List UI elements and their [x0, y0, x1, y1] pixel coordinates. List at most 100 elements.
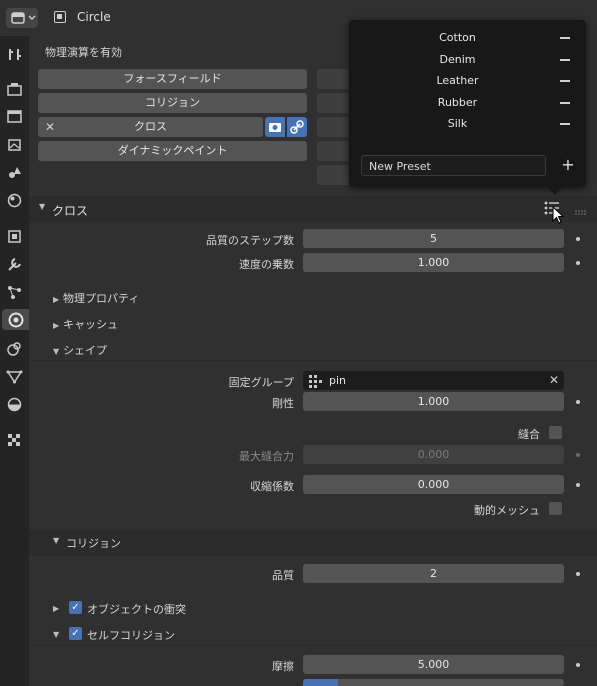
dynamic-mesh-checkbox[interactable] — [549, 502, 562, 515]
properties-tab-bar — [0, 36, 29, 686]
shape-label: シェイプ — [63, 344, 107, 357]
world-tab-icon[interactable] — [4, 190, 25, 211]
remove-cloth-icon[interactable]: ✕ — [45, 117, 55, 137]
cloth-presets-popup: Cotton Denim Leather Rubber Silk New Pre… — [349, 20, 586, 187]
dynamic-mesh-label: 動的メッシュ — [474, 504, 540, 517]
collision-subpanel[interactable]: ▼ コリジョン — [29, 530, 597, 556]
keyframe-dot-icon[interactable] — [576, 453, 580, 457]
quality-steps-label: 品質のステップ数 — [206, 234, 294, 247]
collision-quality-label: 品質 — [272, 569, 294, 582]
render-tab-icon[interactable] — [4, 79, 25, 100]
self-collision-subpanel[interactable]: ▼ ✓ セルフコリジョン — [53, 627, 175, 642]
drag-handle-icon[interactable] — [575, 206, 587, 219]
sewing-checkbox[interactable] — [549, 426, 562, 439]
physics-enable-title: 物理演算を有効 — [45, 46, 122, 59]
speed-multiplier-field[interactable]: 1.000 — [303, 253, 564, 272]
collapse-arrow-icon: ▼ — [39, 202, 46, 211]
cloth-panel-title: クロス — [52, 204, 89, 218]
expand-arrow-icon: ▶ — [53, 295, 60, 304]
cloth-button-label: クロス — [134, 120, 167, 133]
new-preset-input[interactable]: New Preset — [361, 155, 546, 176]
force-field-button[interactable]: フォースフィールド — [38, 69, 307, 89]
keyframe-dot-icon[interactable] — [576, 237, 580, 241]
keyframe-dot-icon[interactable] — [576, 483, 580, 487]
friction-field[interactable]: 5.000 — [303, 655, 564, 674]
keyframe-dot-icon[interactable] — [576, 572, 580, 576]
keyframe-dot-icon[interactable] — [576, 663, 580, 667]
object-collision-label: オブジェクトの衝突 — [87, 603, 186, 616]
preset-item[interactable]: Denim — [349, 50, 586, 70]
keyframe-dot-icon[interactable] — [576, 400, 580, 404]
popup-pointer — [547, 187, 563, 195]
physical-properties-label: 物理プロパティ — [63, 292, 140, 305]
preset-label: Rubber — [437, 96, 478, 109]
shrink-factor-label: 収縮係数 — [250, 480, 294, 493]
cloth-panel-header[interactable]: ▼ クロス — [29, 196, 597, 222]
camera-toggle-icon[interactable] — [265, 117, 285, 137]
pin-group-value: pin — [329, 374, 347, 387]
remove-preset-icon[interactable] — [560, 59, 570, 61]
cloth-button[interactable]: ✕ クロス — [38, 117, 263, 137]
scene-tab-icon[interactable] — [4, 162, 25, 183]
stiffness-field[interactable]: 1.000 — [303, 392, 564, 411]
clear-icon[interactable]: ✕ — [549, 371, 559, 390]
editor-type-dropdown[interactable] — [6, 8, 38, 28]
remove-preset-icon[interactable] — [560, 80, 570, 82]
data-tab-icon[interactable] — [4, 366, 25, 387]
object-collision-checkbox[interactable]: ✓ — [69, 601, 82, 614]
next-slider-field[interactable] — [303, 679, 564, 686]
collapse-arrow-icon: ▼ — [53, 630, 60, 639]
preset-item[interactable]: Rubber — [349, 93, 586, 113]
max-sewing-force-label: 最大縫合力 — [239, 450, 294, 463]
tool-tab-icon[interactable] — [4, 44, 25, 65]
cache-label: キャッシュ — [63, 318, 118, 331]
expand-arrow-icon: ▶ — [53, 604, 60, 613]
expand-arrow-icon: ▶ — [53, 321, 60, 330]
output-tab-icon[interactable] — [4, 106, 25, 127]
preset-label: Denim — [439, 53, 476, 66]
preset-label: Leather — [436, 74, 479, 87]
preset-item[interactable]: Leather — [349, 71, 586, 91]
shrink-factor-field[interactable]: 0.000 — [303, 475, 564, 494]
divider — [29, 360, 597, 361]
remove-preset-icon[interactable] — [560, 123, 570, 125]
divider — [29, 645, 597, 646]
particles-tab-icon[interactable] — [4, 282, 25, 303]
cache-subpanel[interactable]: ▶ キャッシュ — [53, 316, 118, 332]
collision-button[interactable]: コリジョン — [38, 93, 307, 113]
remove-preset-icon[interactable] — [560, 102, 570, 104]
stiffness-label: 剛性 — [272, 397, 294, 410]
object-name: Circle — [77, 10, 111, 24]
material-tab-icon[interactable] — [4, 394, 25, 415]
editor-type-icon — [11, 12, 36, 24]
self-collision-checkbox[interactable]: ✓ — [69, 627, 82, 640]
modifier-tab-icon[interactable] — [4, 254, 25, 275]
quality-steps-field[interactable]: 5 — [303, 229, 564, 248]
add-preset-icon[interactable]: + — [561, 156, 575, 174]
physics-tab-icon[interactable] — [2, 309, 29, 330]
preset-label: Silk — [447, 117, 468, 130]
view-layer-tab-icon[interactable] — [4, 134, 25, 155]
shape-subpanel[interactable]: ▼ シェイプ — [53, 342, 107, 358]
pin-group-field[interactable]: pin ✕ — [303, 371, 564, 390]
remove-preset-icon[interactable] — [560, 37, 570, 39]
collapse-arrow-icon: ▼ — [53, 347, 60, 356]
texture-tab-icon[interactable] — [4, 430, 25, 451]
collision-title: コリジョン — [66, 537, 121, 550]
dynamic-paint-button[interactable]: ダイナミックペイント — [38, 141, 307, 161]
max-sewing-force-field[interactable]: 0.000 — [303, 445, 564, 464]
physical-properties-subpanel[interactable]: ▶ 物理プロパティ — [53, 290, 139, 306]
mouse-cursor-icon — [552, 205, 566, 229]
object-tab-icon[interactable] — [4, 226, 25, 247]
object-collision-subpanel[interactable]: ▶ ✓ オブジェクトの衝突 — [53, 601, 186, 616]
pin-group-label: 固定グループ — [228, 376, 294, 389]
preset-item[interactable]: Cotton — [349, 28, 586, 48]
collision-quality-field[interactable]: 2 — [303, 564, 564, 583]
link-toggle-icon[interactable] — [287, 117, 307, 137]
friction-label: 摩擦 — [272, 660, 294, 673]
preset-item[interactable]: Silk — [349, 114, 586, 134]
constraints-tab-icon[interactable] — [4, 338, 25, 359]
vertex-group-icon — [308, 374, 322, 394]
keyframe-dot-icon[interactable] — [576, 261, 580, 265]
collapse-arrow-icon: ▼ — [53, 536, 60, 545]
